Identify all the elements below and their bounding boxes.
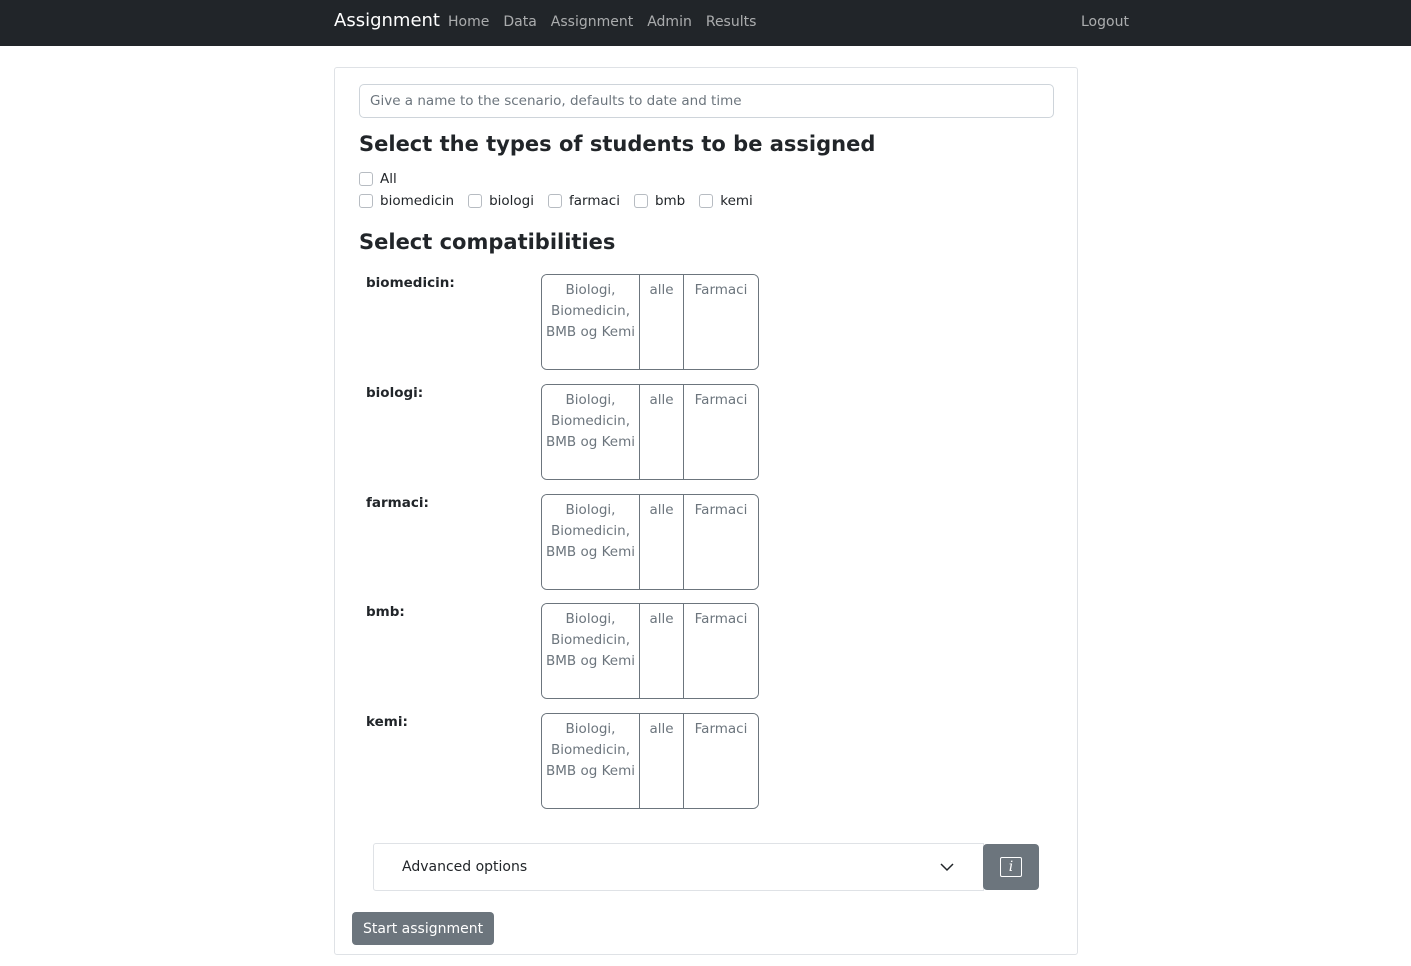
checkbox-farmaci[interactable]: farmaci [548,193,620,209]
info-button[interactable]: i [983,844,1039,890]
compat-option-farmaci[interactable]: Farmaci [684,275,758,369]
checkbox-kemi-label: kemi [720,193,753,209]
compat-option-biologi-biomedicin-bmb-kemi[interactable]: Biologi, Biomedicin, BMB og Kemi [542,604,640,698]
compat-label-biomedicin: biomedicin: [366,275,455,291]
nav-link-results[interactable]: Results [706,14,757,30]
compat-label-biologi: biologi: [366,385,424,401]
checkbox-row-types: biomedicin biologi farmaci bmb kemi [359,193,767,209]
advanced-options-toggle[interactable]: Advanced options [373,843,984,891]
compat-label-kemi: kemi: [366,714,408,730]
checkbox-all-label: All [380,171,397,187]
checkbox-farmaci-box[interactable] [548,194,563,208]
compat-option-farmaci[interactable]: Farmaci [684,495,758,589]
start-assignment-button[interactable]: Start assignment [352,912,495,945]
checkbox-biomedicin-label: biomedicin [380,193,455,209]
checkbox-bmb-label: bmb [654,193,686,209]
chevron-down-icon [940,863,954,872]
checkbox-farmaci-label: farmaci [569,193,620,209]
compat-option-biologi-biomedicin-bmb-kemi[interactable]: Biologi, Biomedicin, BMB og Kemi [542,714,640,808]
logout-link[interactable]: Logout [1081,14,1129,30]
info-icon-glyph: i [1008,859,1014,875]
compat-option-alle[interactable]: alle [640,275,684,369]
compat-option-biologi-biomedicin-bmb-kemi[interactable]: Biologi, Biomedicin, BMB og Kemi [542,275,640,369]
compat-option-farmaci[interactable]: Farmaci [684,385,758,479]
navbar-brand[interactable]: Assignment [334,10,440,31]
checkbox-kemi-box[interactable] [699,194,714,208]
nav-link-assignment[interactable]: Assignment [551,14,633,30]
compat-option-biologi-biomedicin-bmb-kemi[interactable]: Biologi, Biomedicin, BMB og Kemi [542,495,640,589]
checkbox-bmb[interactable]: bmb [633,193,686,209]
checkbox-row-all: All [359,171,411,187]
compat-option-alle[interactable]: alle [640,604,684,698]
checkbox-all[interactable]: All [359,171,397,187]
advanced-options-label: Advanced options [402,859,528,875]
student-types-heading: Select the types of students to be assig… [359,132,876,156]
checkbox-biomedicin-box[interactable] [359,194,373,208]
checkbox-biomedicin[interactable]: biomedicin [359,193,454,209]
top-navbar: Assignment Home Data Assignment Admin Re… [0,0,1411,46]
checkbox-all-box[interactable] [359,172,373,186]
assignment-form-card: Select the types of students to be assig… [334,67,1078,955]
checkbox-biologi[interactable]: biologi [468,193,534,209]
compat-group-kemi: Biologi, Biomedicin, BMB og Kemi alle Fa… [541,713,759,809]
compat-option-alle[interactable]: alle [640,385,684,479]
compat-group-biologi: Biologi, Biomedicin, BMB og Kemi alle Fa… [541,384,759,480]
compat-option-farmaci[interactable]: Farmaci [684,604,758,698]
compatibilities-heading: Select compatibilities [359,230,616,254]
compat-option-farmaci[interactable]: Farmaci [684,714,758,808]
compat-option-biologi-biomedicin-bmb-kemi[interactable]: Biologi, Biomedicin, BMB og Kemi [542,385,640,479]
compat-option-alle[interactable]: alle [640,495,684,589]
checkbox-kemi[interactable]: kemi [699,193,753,209]
nav-links: Home Data Assignment Admin Results [448,14,756,30]
nav-link-data[interactable]: Data [503,14,536,30]
nav-link-home[interactable]: Home [448,14,489,30]
scenario-name-input[interactable] [359,84,1054,118]
compat-group-bmb: Biologi, Biomedicin, BMB og Kemi alle Fa… [541,603,759,699]
checkbox-bmb-box[interactable] [633,194,648,208]
compat-group-farmaci: Biologi, Biomedicin, BMB og Kemi alle Fa… [541,494,759,590]
nav-link-admin[interactable]: Admin [647,14,692,30]
checkbox-biologi-box[interactable] [468,194,483,208]
compat-label-bmb: bmb: [366,604,405,620]
compat-group-biomedicin: Biologi, Biomedicin, BMB og Kemi alle Fa… [541,274,759,370]
compat-label-farmaci: farmaci: [366,495,429,511]
compat-option-alle[interactable]: alle [640,714,684,808]
info-icon: i [1000,857,1022,877]
checkbox-biologi-label: biologi [489,193,535,209]
